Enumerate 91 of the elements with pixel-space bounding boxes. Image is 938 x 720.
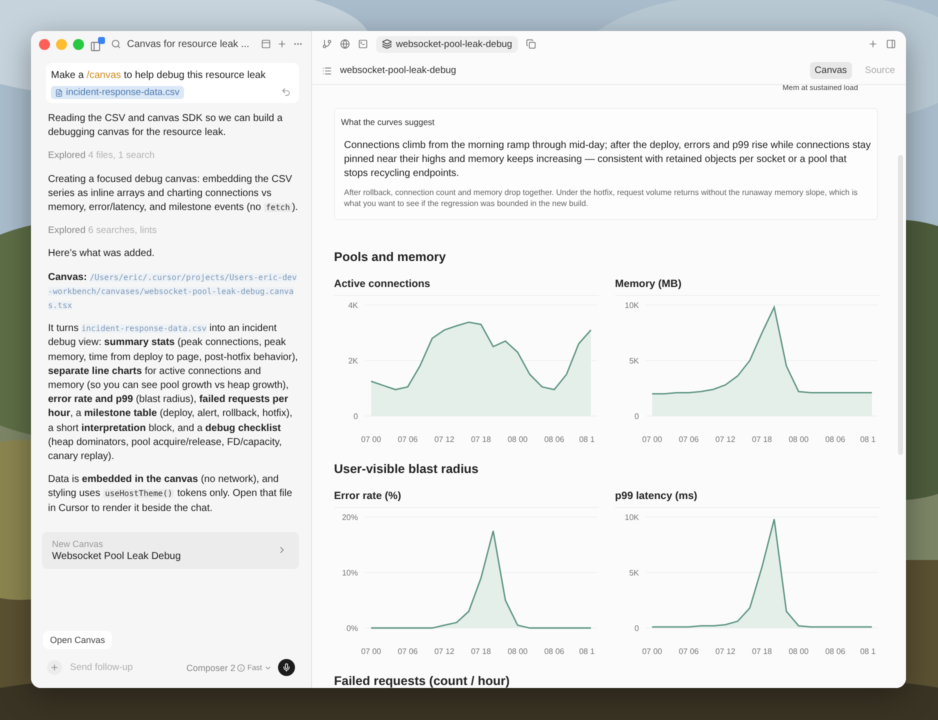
axis-label: 07 06	[678, 435, 699, 444]
close-icon[interactable]	[39, 38, 50, 50]
globe-icon[interactable]	[340, 39, 350, 49]
axis-label: 07 00	[361, 435, 382, 444]
terminal-icon[interactable]	[358, 39, 368, 49]
plus-icon[interactable]	[277, 39, 287, 49]
follow-up-field[interactable]: Send follow-up	[68, 661, 180, 674]
axis-label: 08 1	[860, 435, 876, 444]
axis-label: 07 12	[715, 647, 736, 656]
axis-label: 0	[634, 412, 639, 421]
section-title: Failed requests (count / hour)	[334, 674, 511, 688]
copy-icon[interactable]	[526, 39, 536, 49]
axis-label: 08 06	[825, 435, 846, 444]
section-title: User-visible blast radius	[334, 462, 480, 476]
sidebar-icon[interactable]	[886, 39, 896, 49]
axis-label: 10%	[342, 568, 358, 578]
axis-label: 07 06	[398, 435, 418, 444]
insight-note: After rollback, connection count and memory drop together. Under the hotfix, request volume returns without the runaway memory slope, which is what you want to see if the regression was bounded in the new build.	[344, 187, 859, 209]
axis-label: 5K	[629, 356, 639, 366]
message-text: Here’s what was added.	[48, 247, 156, 262]
axis-label: 08 06	[544, 435, 564, 444]
card-title: What the curves suggest	[341, 117, 436, 127]
message-text: Canvas: /Users/eric/.cursor/projects/Users-eric-dev-workbench/canvases/websocket-pool-leak-debug.canvas.tsx	[48, 270, 298, 312]
axis-label: 07 00	[642, 647, 662, 656]
window-title: Canvas for resource leak ...	[127, 38, 250, 50]
axis-label: 07 18	[470, 647, 492, 656]
chart-title: Error rate (%)	[334, 490, 599, 508]
message-text: Data is embedded in the canvas (no network), and styling uses useHostTheme() tokens only. Open that file in Cursor to render it beside the chat.	[48, 473, 294, 516]
axis-label: 0%	[346, 624, 358, 633]
view-tab[interactable]: Canvas	[810, 62, 852, 79]
plus-icon	[50, 663, 59, 672]
axis-label: 10K	[624, 513, 639, 522]
card-title: Websocket Pool Leak Debug	[52, 550, 182, 562]
axis-label: 08 1	[579, 647, 595, 656]
message-text: It turns incident-response-data.csv into an incident debug view: summary stats (peak connections, peak memory, time from deploy to page, post-hotfix behavior), separate line charts for active connections and memory (so you can see pool growth vs heap growth), error rate and p99 (blast radius), failed requests per hour, a milestone table (deploy, alert, rollback, hotfix), a short interpretation block, and a debug checklist (heap dominators, pool acquire/release, FD/capacity, canary replay).	[48, 322, 299, 464]
axis-label: 07 06	[678, 647, 699, 656]
axis-label: 07 12	[715, 435, 736, 444]
chart-title: Active connections	[334, 278, 599, 296]
insight-text: Connections climb from the morning ramp through mid-day; after the deploy, errors and p99 rise while connections stay pinned near their highs and memory keeps increasing — consistent with retained objects per socket or a pool that stops recycling endpoints.	[344, 139, 871, 181]
axis-label: 07 18	[470, 435, 492, 444]
status-line: Explored 4 files, 1 search	[48, 149, 156, 164]
chart-title: p99 latency (ms)	[615, 490, 880, 508]
axis-label: 0	[634, 624, 639, 633]
undo-icon[interactable]	[281, 87, 291, 97]
axis-label: 08 06	[544, 647, 564, 656]
prompt-text: Make a /canvas to help debug this resource leak	[51, 69, 267, 83]
axis-label: 07 12	[434, 647, 454, 656]
axis-label: 07 06	[398, 647, 418, 656]
axis-label: 08 00	[508, 647, 528, 656]
axis-label: 08 00	[788, 435, 809, 444]
file-icon	[55, 88, 63, 96]
axis-label: 08 00	[508, 435, 528, 444]
card-label: New Canvas	[52, 538, 104, 549]
message-text: Reading the CSV and canvas SDK so we can build a debugging canvas for the resource leak.	[48, 112, 284, 140]
section-title: Pools and memory	[334, 250, 447, 264]
search-icon[interactable]	[111, 39, 121, 49]
file-chip[interactable]: incident-response-data.csv	[51, 86, 184, 99]
panel-icon[interactable]	[261, 39, 271, 49]
axis-label: 10K	[624, 301, 639, 310]
axis-label: 4K	[348, 301, 358, 310]
chart-title: Memory (MB)	[615, 278, 880, 296]
mic-button[interactable]	[278, 659, 295, 676]
axis-label: 08 00	[788, 647, 809, 656]
info-icon	[237, 664, 246, 672]
axis-label: 08 1	[860, 647, 876, 656]
scrollbar[interactable]	[898, 155, 903, 455]
axis-label: 08 06	[825, 647, 846, 656]
plus-icon[interactable]	[868, 39, 878, 49]
mic-icon	[282, 663, 291, 672]
message-text: Creating a focused debug canvas: embedding the CSV series as inline arrays and charting connections vs memory, error/latency, and milestone events (no fetch ).	[48, 172, 299, 216]
axis-label: 07 00	[361, 647, 382, 656]
add-button[interactable]	[47, 660, 62, 675]
axis-label: 0	[354, 412, 358, 421]
status-line: Explored 6 searches, lints	[48, 224, 158, 238]
sidebar-icon[interactable]	[90, 36, 105, 52]
axis-label: 2K	[348, 356, 358, 366]
axis-label: 07 00	[642, 435, 662, 444]
open-canvas-button[interactable]: Open Canvas	[43, 631, 112, 649]
branch-icon[interactable]	[322, 39, 332, 49]
model-name: Composer 2	[186, 662, 236, 672]
file-title: websocket-pool-leak-debug	[340, 65, 458, 76]
editor-tab[interactable]: websocket-pool-leak-debug	[376, 36, 518, 52]
axis-label: 5K	[629, 568, 639, 578]
layers-icon	[382, 39, 392, 49]
axis-label: 07 18	[752, 435, 772, 444]
list-icon[interactable]	[322, 66, 332, 76]
axis-label: 20%	[342, 513, 358, 522]
axis-label: 07 18	[752, 647, 772, 656]
canvas-card[interactable]: New Canvas Websocket Pool Leak Debug	[42, 532, 299, 569]
axis-label: 07 12	[434, 435, 454, 444]
axis-label: 08 1	[579, 435, 595, 444]
